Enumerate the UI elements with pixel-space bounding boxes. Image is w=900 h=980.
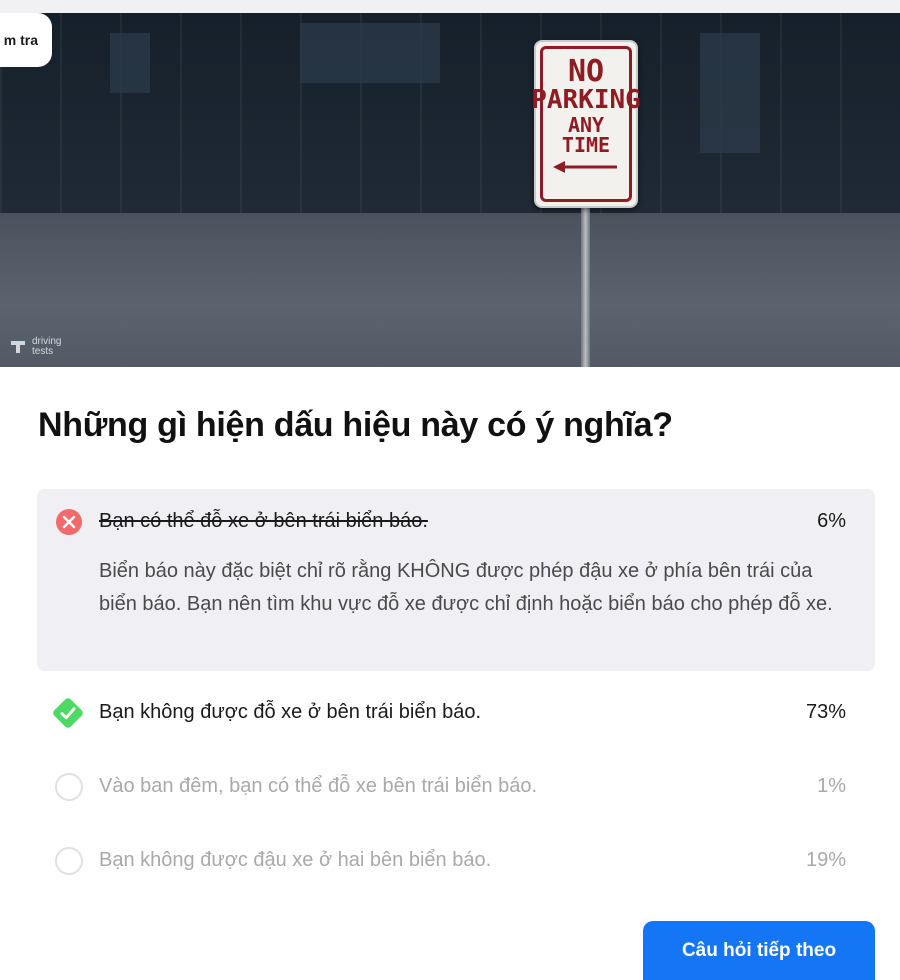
watermark-text: driving tests xyxy=(32,336,62,357)
building-window xyxy=(110,33,150,93)
building-window xyxy=(700,33,760,153)
answer-percent: 6% xyxy=(817,510,846,532)
driving-tests-logo-icon xyxy=(11,341,25,353)
watermark-logo: driving tests xyxy=(8,337,72,357)
sign-text-no: NO xyxy=(567,54,605,89)
next-question-button[interactable]: Câu hỏi tiếp theo xyxy=(643,921,875,980)
answer-text: Bạn có thể đỗ xe ở bên trái biển báo. xyxy=(99,510,428,532)
building-window xyxy=(300,23,440,83)
answer-text: Bạn không được đậu xe ở hai bên biển báo… xyxy=(99,849,492,871)
answer-percent: 19% xyxy=(805,849,846,871)
question-title: Những gì hiện dấu hiệu này có ý nghĩa? xyxy=(38,406,673,444)
answer-text: Bạn không được đỗ xe ở bên trái biển báo… xyxy=(99,701,482,723)
question-image: NO PARKING ANY TIME driving tests xyxy=(0,13,900,367)
sign-text-time: TIME xyxy=(561,133,611,157)
no-parking-sign: NO PARKING ANY TIME xyxy=(531,40,641,208)
background-ground xyxy=(0,213,900,367)
radio-circle-icon xyxy=(55,773,83,801)
wrong-x-icon xyxy=(56,509,82,535)
answer-text: Vào ban đêm, bạn có thể đỗ xe bên trái b… xyxy=(99,775,538,797)
answer-option-1[interactable]: Bạn có thể đỗ xe ở bên trái biển báo. 6%… xyxy=(37,489,875,671)
answer-option-3[interactable]: Vào ban đêm, bạn có thể đỗ xe bên trái b… xyxy=(37,763,875,837)
answer-option-4[interactable]: Bạn không được đậu xe ở hai bên biển báo… xyxy=(37,837,875,911)
sign-text-parking: PARKING xyxy=(531,85,641,115)
check-tab[interactable]: m tra xyxy=(0,13,52,67)
answer-list: Bạn có thể đỗ xe ở bên trái biển báo. 6%… xyxy=(37,489,875,911)
sign-text-any: ANY xyxy=(567,113,605,137)
sign-pole xyxy=(581,203,590,367)
answer-explanation: Biển báo này đặc biệt chỉ rõ rằng KHÔNG … xyxy=(99,560,833,615)
radio-circle-icon xyxy=(55,847,83,875)
top-strip xyxy=(0,0,900,13)
answer-percent: 73% xyxy=(805,701,846,723)
correct-check-icon xyxy=(53,698,83,728)
answer-option-2[interactable]: Bạn không được đỗ xe ở bên trái biển báo… xyxy=(37,689,875,763)
answer-percent: 1% xyxy=(817,775,846,797)
left-arrow-icon xyxy=(553,161,617,173)
